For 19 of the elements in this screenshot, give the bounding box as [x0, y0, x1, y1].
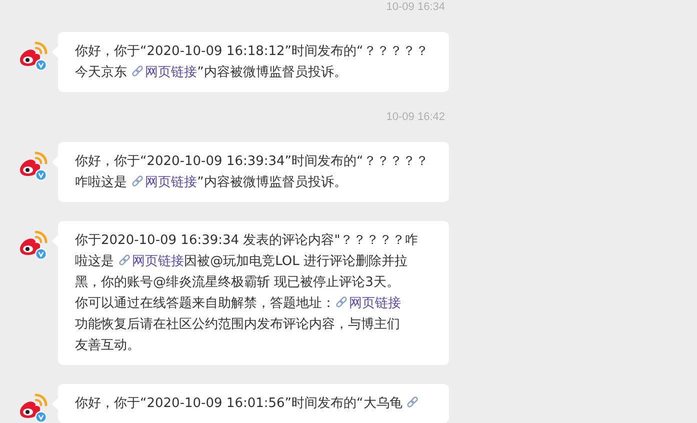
message-text: 你好，你于“2020-10-09 16:18:12”时间发布的“？？？？？ 今天京东 网页链接”内容被微博监督员投诉。 [75, 43, 430, 82]
link-icon[interactable] [406, 396, 420, 409]
timestamp: 10-09 16:34 [385, 1, 445, 15]
link-icon [118, 254, 132, 267]
web-link[interactable]: 网页链接 [131, 65, 198, 80]
web-link[interactable]: 网页链接 [131, 175, 198, 190]
timestamp: 10-09 16:42 [385, 111, 445, 125]
web-link[interactable]: 网页链接 [118, 254, 184, 269]
link-icon [335, 296, 348, 309]
avatar-icon [17, 150, 49, 182]
link-icon [131, 65, 144, 78]
link-icon [131, 175, 144, 188]
avatar-icon [17, 40, 49, 72]
avatar-icon [17, 229, 49, 261]
avatar-icon [17, 392, 49, 423]
web-link[interactable]: 网页链接 [335, 296, 401, 311]
message-text: 你好，你于“2020-10-09 16:39:34”时间发布的“？？？？？ 咋啦这是 网页链接”内容被微博监督员投诉。 [75, 153, 430, 192]
message-text: 你于2020-10-09 16:39:34 发表的评论内容"？？？？？咋 啦这是 网页链接因被@玩加电竞LOL 进行评论删除并拉 黑，你的账号@绯炎流星终极霸斩 现已被停止评论3天。 你可以通过在线答题来自助解禁，答题地址： 网页链接 功能恢复后请在社区公约范围内发布评论内容，与博主们 友善互动。 [75, 232, 420, 355]
message-text: 你好，你于“2020-10-09 16:01:56”时间发布的“大乌龟 [75, 393, 441, 414]
